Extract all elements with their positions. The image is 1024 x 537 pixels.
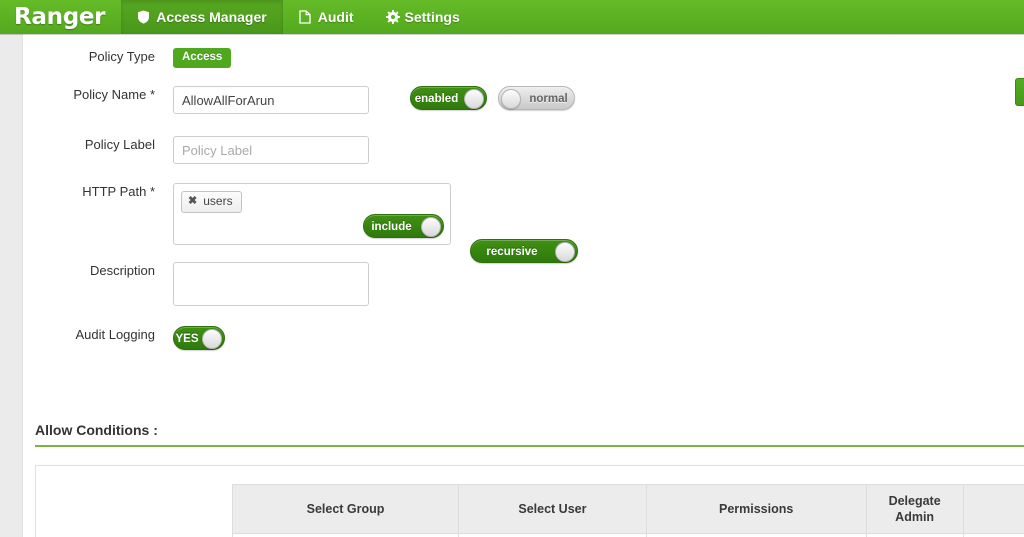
file-icon (299, 10, 312, 24)
column-header-delegate-admin: Delegate Admin (865, 484, 964, 534)
policy-priority-toggle-label: normal (529, 93, 568, 105)
table-row: ✖ arunma delete get post (231, 533, 1024, 537)
audit-logging-toggle-knob (202, 329, 222, 349)
http-path-include-toggle[interactable]: include (363, 214, 444, 238)
policy-type-label: Policy Type (88, 49, 155, 64)
http-path-recursive-toggle-label: recursive (486, 246, 538, 258)
allow-conditions-divider (35, 445, 1024, 447)
table-header-row: Select Group Select User Permissions Del… (231, 484, 1024, 534)
nav-tab-audit[interactable]: Audit (283, 0, 370, 34)
nav-tab-audit-label: Audit (317, 9, 354, 25)
audit-logging-toggle-label: YES (175, 333, 199, 345)
policy-priority-toggle[interactable]: normal (498, 86, 575, 110)
allow-conditions-panel: Select Group Select User Permissions Del… (35, 465, 1024, 537)
audit-logging-label: Audit Logging (75, 327, 155, 342)
remove-token-icon[interactable]: ✖ (188, 194, 197, 209)
policy-form: Policy Type Access Policy Name * enabled… (23, 34, 1024, 537)
policy-label-input[interactable] (173, 136, 369, 164)
column-header-permissions: Permissions (645, 484, 867, 534)
allow-conditions-title: Allow Conditions : (35, 422, 158, 438)
policy-priority-toggle-knob (501, 89, 521, 109)
cell-select-user: ✖ arunma (458, 533, 647, 537)
nav-tab-settings-label: Settings (404, 9, 460, 25)
cell-permissions: delete get post (645, 533, 867, 537)
policy-status-toggle[interactable]: enabled (410, 86, 487, 110)
cell-delegate-admin (865, 533, 964, 537)
http-path-label: HTTP Path * (82, 184, 155, 199)
field-row-policy-name: Policy Name * enabled normal (23, 86, 575, 114)
cell-actions: ✖ (962, 533, 1024, 537)
column-header-select-group: Select Group (231, 484, 460, 534)
http-path-include-toggle-knob (421, 217, 441, 237)
field-row-description: Description (23, 262, 369, 306)
policy-status-toggle-knob (464, 89, 484, 109)
http-path-token-input[interactable]: ✖ users include (173, 183, 451, 245)
description-label: Description (89, 263, 155, 278)
gear-icon (385, 10, 400, 24)
nav-tab-access-manager-label: Access Manager (156, 9, 267, 25)
field-row-audit-logging: Audit Logging YES (23, 326, 225, 350)
policy-label-label: Policy Label (84, 137, 155, 152)
add-validity-period-button[interactable]: Add Validity Period (1015, 78, 1024, 106)
http-path-recursive-toggle[interactable]: recursive (470, 239, 578, 263)
http-path-token-label: users (203, 194, 233, 208)
column-header-select-user: Select User (458, 484, 647, 534)
policy-status-toggle-label: enabled (414, 93, 459, 105)
audit-logging-toggle[interactable]: YES (173, 326, 225, 350)
field-row-policy-type: Policy Type Access (23, 48, 232, 68)
top-navbar: Ranger Access Manager Audit Settings (0, 0, 1024, 34)
shield-icon (137, 10, 150, 24)
http-path-recursive-toggle-knob (555, 242, 575, 262)
ranger-policy-edit-screen: Ranger Access Manager Audit Settings Pol… (0, 0, 1024, 537)
description-textarea[interactable] (173, 262, 369, 306)
policy-name-input[interactable] (173, 86, 369, 114)
field-row-http-path: HTTP Path * ✖ users include recursive (23, 183, 578, 263)
field-row-policy-label: Policy Label (23, 136, 369, 164)
http-path-token[interactable]: ✖ users (181, 191, 242, 213)
allow-conditions-table: Select Group Select User Permissions Del… (231, 484, 1024, 537)
app-brand[interactable]: Ranger (0, 0, 121, 34)
left-gutter (0, 34, 23, 537)
policy-type-badge: Access (173, 48, 232, 68)
policy-name-label: Policy Name * (73, 87, 155, 102)
cell-select-group (231, 533, 460, 537)
http-path-include-toggle-label: include (371, 221, 412, 233)
nav-tab-access-manager[interactable]: Access Manager (121, 0, 283, 34)
nav-tab-settings[interactable]: Settings (370, 0, 476, 34)
column-header-actions (962, 484, 1024, 534)
